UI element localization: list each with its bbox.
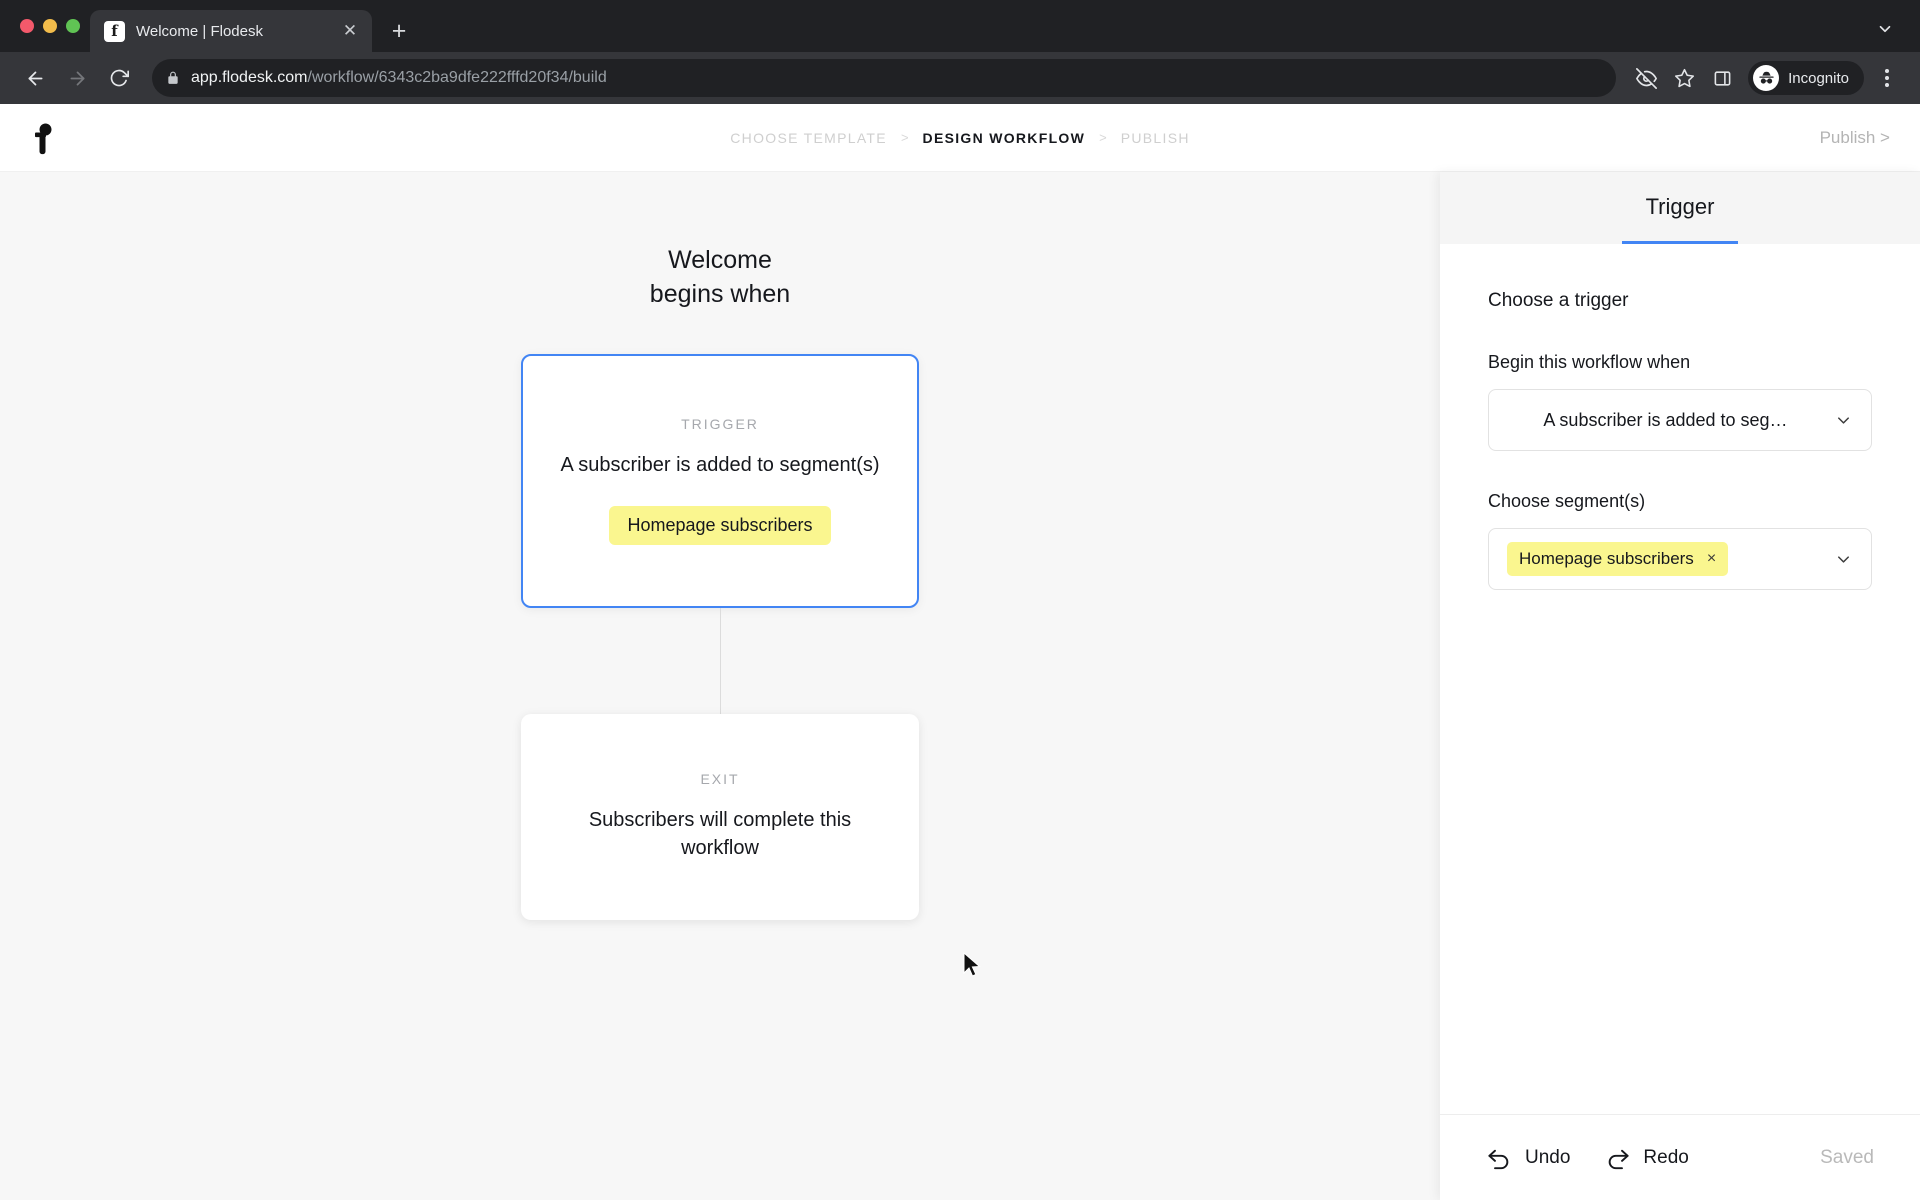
close-window-button[interactable] xyxy=(20,19,34,33)
segment-select[interactable]: Homepage subscribers × xyxy=(1488,528,1872,590)
breadcrumb-separator: > xyxy=(1099,130,1107,145)
trigger-card-kicker: TRIGGER xyxy=(681,416,759,433)
browser-toolbar: app.flodesk.com/workflow/6343c2ba9dfe222… xyxy=(0,52,1920,104)
breadcrumb-publish[interactable]: PUBLISH xyxy=(1121,130,1190,146)
incognito-icon xyxy=(1753,65,1780,91)
segment-tag[interactable]: Homepage subscribers × xyxy=(1507,542,1729,576)
chevron-down-icon[interactable] xyxy=(1834,550,1853,569)
workflow-flow: Welcome begins when TRIGGER A subscriber… xyxy=(0,172,1440,920)
address-bar[interactable]: app.flodesk.com/workflow/6343c2ba9dfe222… xyxy=(152,59,1617,97)
flodesk-logo[interactable] xyxy=(0,121,86,155)
panel-footer: Undo Redo Saved xyxy=(1440,1114,1920,1200)
remove-segment-icon[interactable]: × xyxy=(1707,551,1716,567)
breadcrumb-choose-template[interactable]: CHOOSE TEMPLATE xyxy=(730,130,887,146)
workflow-canvas[interactable]: Welcome begins when TRIGGER A subscriber… xyxy=(0,172,1440,1200)
trigger-card-segment-chip[interactable]: Homepage subscribers xyxy=(609,505,831,545)
side-panel-icon[interactable] xyxy=(1704,60,1740,96)
workflow-title-line1: Welcome xyxy=(668,246,772,274)
trigger-field-label: Begin this workflow when xyxy=(1488,352,1691,372)
reload-icon[interactable] xyxy=(100,59,138,97)
segment-tag-label: Homepage subscribers xyxy=(1519,549,1694,568)
workflow-title-line2: begins when xyxy=(649,279,791,308)
url-host: app.flodesk.com xyxy=(191,69,308,86)
minimize-window-button[interactable] xyxy=(43,19,57,33)
breadcrumb-design-workflow[interactable]: DESIGN WORKFLOW xyxy=(923,130,1086,146)
redo-label: Redo xyxy=(1643,1146,1689,1168)
publish-button[interactable]: Publish > xyxy=(1820,128,1890,148)
trigger-card-text: A subscriber is added to segment(s) xyxy=(560,454,880,477)
eye-off-icon[interactable] xyxy=(1628,60,1664,96)
exit-node-card[interactable]: EXIT Subscribers will complete this work… xyxy=(521,713,919,920)
tab-strip: f Welcome | Flodesk ✕ + xyxy=(0,0,1920,52)
back-arrow-icon[interactable] xyxy=(16,59,54,97)
breadcrumb-separator: > xyxy=(900,130,909,145)
redo-arrow-icon xyxy=(1604,1144,1631,1171)
undo-button[interactable]: Undo xyxy=(1486,1144,1570,1171)
browser-tab[interactable]: f Welcome | Flodesk ✕ xyxy=(90,10,372,52)
workflow-title: Welcome begins when xyxy=(650,244,790,312)
incognito-label: Incognito xyxy=(1788,69,1849,87)
tab-trigger[interactable]: Trigger xyxy=(1621,172,1739,244)
browser-window: f Welcome | Flodesk ✕ + app.flodesk.com/… xyxy=(0,0,1920,1200)
tab-title: Welcome | Flodesk xyxy=(136,22,263,40)
trigger-select[interactable]: A subscriber is added to seg… xyxy=(1488,389,1872,451)
breadcrumb: CHOOSE TEMPLATE > DESIGN WORKFLOW > PUBL… xyxy=(0,130,1920,146)
close-tab-button[interactable]: ✕ xyxy=(338,19,362,43)
url-text: app.flodesk.com/workflow/6343c2ba9dfe222… xyxy=(191,69,607,87)
flow-connector-line xyxy=(719,607,721,714)
panel-body: Choose a trigger Begin this workflow whe… xyxy=(1440,244,1920,1114)
bookmark-star-icon[interactable] xyxy=(1666,60,1702,96)
flodesk-app: CHOOSE TEMPLATE > DESIGN WORKFLOW > PUBL… xyxy=(0,104,1920,1200)
app-header: CHOOSE TEMPLATE > DESIGN WORKFLOW > PUBL… xyxy=(0,104,1920,172)
toolbar-icon-group: Incognito xyxy=(1628,60,1904,96)
window-controls xyxy=(14,0,90,52)
chevron-down-icon[interactable] xyxy=(1870,14,1900,44)
panel-tab-bar: Trigger xyxy=(1440,172,1920,244)
kebab-menu-icon[interactable] xyxy=(1870,61,1904,95)
forward-arrow-icon xyxy=(58,59,96,97)
mouse-pointer-icon xyxy=(963,951,982,984)
flodesk-favicon: f xyxy=(104,20,125,42)
undo-label: Undo xyxy=(1525,1146,1571,1168)
redo-button[interactable]: Redo xyxy=(1604,1144,1689,1171)
save-status: Saved xyxy=(1820,1146,1874,1168)
incognito-indicator[interactable]: Incognito xyxy=(1748,61,1864,95)
segment-field-label: Choose segment(s) xyxy=(1488,491,1646,511)
exit-card-text: Subscribers will complete this workflow xyxy=(588,808,852,859)
chevron-down-icon[interactable] xyxy=(1834,411,1853,430)
maximize-window-button[interactable] xyxy=(66,19,80,33)
lock-icon xyxy=(166,71,180,85)
trigger-select-value: A subscriber is added to seg… xyxy=(1543,409,1788,430)
trigger-node-card[interactable]: TRIGGER A subscriber is added to segment… xyxy=(521,353,919,608)
app-body: Welcome begins when TRIGGER A subscriber… xyxy=(0,172,1920,1200)
trigger-panel: Trigger Choose a trigger Begin this work… xyxy=(1440,172,1920,1200)
panel-heading: Choose a trigger xyxy=(1488,290,1629,311)
exit-card-kicker: EXIT xyxy=(700,770,740,787)
new-tab-button[interactable]: + xyxy=(382,14,416,48)
url-path: /workflow/6343c2ba9dfe222fffd20f34/build xyxy=(307,69,607,86)
undo-arrow-icon xyxy=(1486,1144,1513,1171)
